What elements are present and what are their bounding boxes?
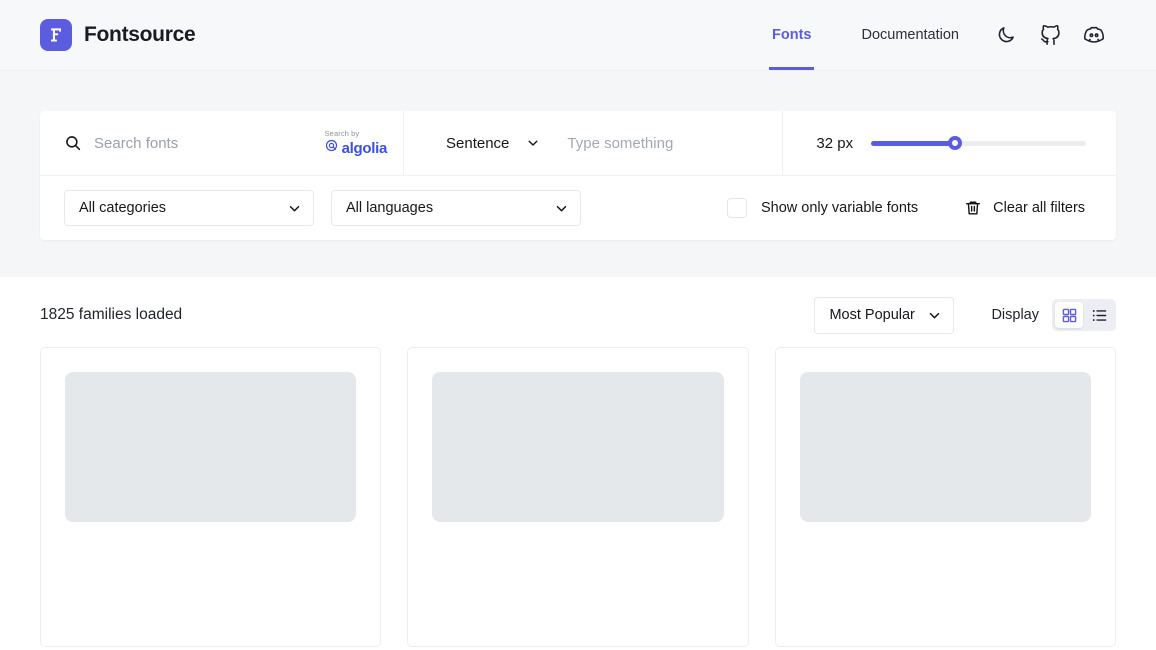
variable-fonts-checkbox[interactable] bbox=[727, 198, 747, 218]
fontsource-logo-icon bbox=[40, 19, 72, 51]
search-icon bbox=[64, 134, 82, 152]
font-size-label: 32 px bbox=[816, 134, 854, 152]
chevron-down-icon bbox=[526, 136, 540, 150]
font-card-skeleton[interactable] bbox=[774, 347, 1116, 647]
preview-mode-select[interactable]: Sentence bbox=[446, 135, 540, 152]
nav-item-documentation[interactable]: Documentation bbox=[836, 0, 984, 70]
font-size-cell: 32 px bbox=[783, 111, 1116, 175]
search-input[interactable] bbox=[82, 111, 325, 175]
trash-icon bbox=[964, 199, 982, 217]
preview-cell: Sentence bbox=[404, 111, 784, 175]
filter-row-primary: Search by algolia bbox=[40, 111, 1116, 176]
chevron-down-icon bbox=[287, 201, 302, 216]
display-mode-toggle-group bbox=[1052, 299, 1116, 331]
slider-thumb[interactable] bbox=[947, 136, 962, 150]
skeleton-placeholder bbox=[65, 372, 357, 522]
chevron-down-icon bbox=[554, 201, 569, 216]
display-label: Display bbox=[991, 307, 1039, 323]
nav-item-fonts[interactable]: Fonts bbox=[747, 0, 836, 70]
algolia-wordmark: algolia bbox=[341, 139, 388, 157]
chevron-down-icon bbox=[927, 308, 942, 323]
filter-card: Search by algolia bbox=[40, 111, 1116, 240]
brand-name: Fontsource bbox=[84, 23, 196, 46]
algolia-search-by-label: Search by bbox=[324, 129, 360, 138]
algolia-icon bbox=[325, 139, 338, 157]
category-select[interactable]: All categories bbox=[64, 190, 314, 226]
preview-text-input[interactable] bbox=[567, 111, 767, 175]
font-card-skeleton[interactable] bbox=[40, 347, 382, 647]
font-card-grid bbox=[40, 347, 1116, 647]
github-icon[interactable] bbox=[1028, 13, 1072, 57]
filter-row-secondary: All categories All languages Show only v… bbox=[40, 176, 1116, 240]
list-view-button[interactable] bbox=[1085, 302, 1113, 328]
skeleton-placeholder bbox=[799, 372, 1091, 522]
variable-fonts-label: Show only variable fonts bbox=[761, 200, 919, 216]
results-section: 1825 families loaded Most Popular Displa… bbox=[0, 277, 1156, 647]
filter-band: Search by algolia bbox=[0, 71, 1156, 277]
sort-select-label: Most Popular bbox=[829, 307, 915, 323]
preview-mode-label: Sentence bbox=[446, 134, 510, 152]
main-nav: Fonts Documentation bbox=[747, 0, 1116, 70]
category-select-label: All categories bbox=[79, 200, 167, 216]
moon-icon[interactable] bbox=[984, 13, 1028, 57]
grid-view-button[interactable] bbox=[1055, 302, 1083, 328]
language-select-label: All languages bbox=[346, 200, 434, 216]
nav-item-fonts-label: Fonts bbox=[772, 27, 812, 43]
slider-fill bbox=[871, 140, 955, 146]
font-size-slider[interactable] bbox=[871, 134, 1086, 152]
algolia-attribution[interactable]: Search by algolia bbox=[324, 129, 388, 157]
brand-logo-link[interactable]: Fontsource bbox=[40, 19, 196, 51]
site-header: Fontsource Fonts Documentation bbox=[0, 0, 1156, 71]
language-select[interactable]: All languages bbox=[331, 190, 581, 226]
variable-fonts-toggle[interactable]: Show only variable fonts bbox=[727, 198, 918, 218]
results-toolbar: 1825 families loaded Most Popular Displa… bbox=[40, 277, 1116, 347]
font-card-skeleton[interactable] bbox=[407, 347, 749, 647]
search-cell: Search by algolia bbox=[40, 111, 404, 175]
skeleton-placeholder bbox=[432, 372, 724, 522]
families-loaded-count: 1825 families loaded bbox=[40, 306, 183, 323]
clear-all-filters-button[interactable]: Clear all filters bbox=[964, 199, 1085, 217]
sort-select[interactable]: Most Popular bbox=[814, 296, 955, 334]
discord-icon[interactable] bbox=[1072, 13, 1116, 57]
nav-item-documentation-label: Documentation bbox=[861, 27, 959, 43]
clear-all-filters-label: Clear all filters bbox=[993, 200, 1086, 216]
